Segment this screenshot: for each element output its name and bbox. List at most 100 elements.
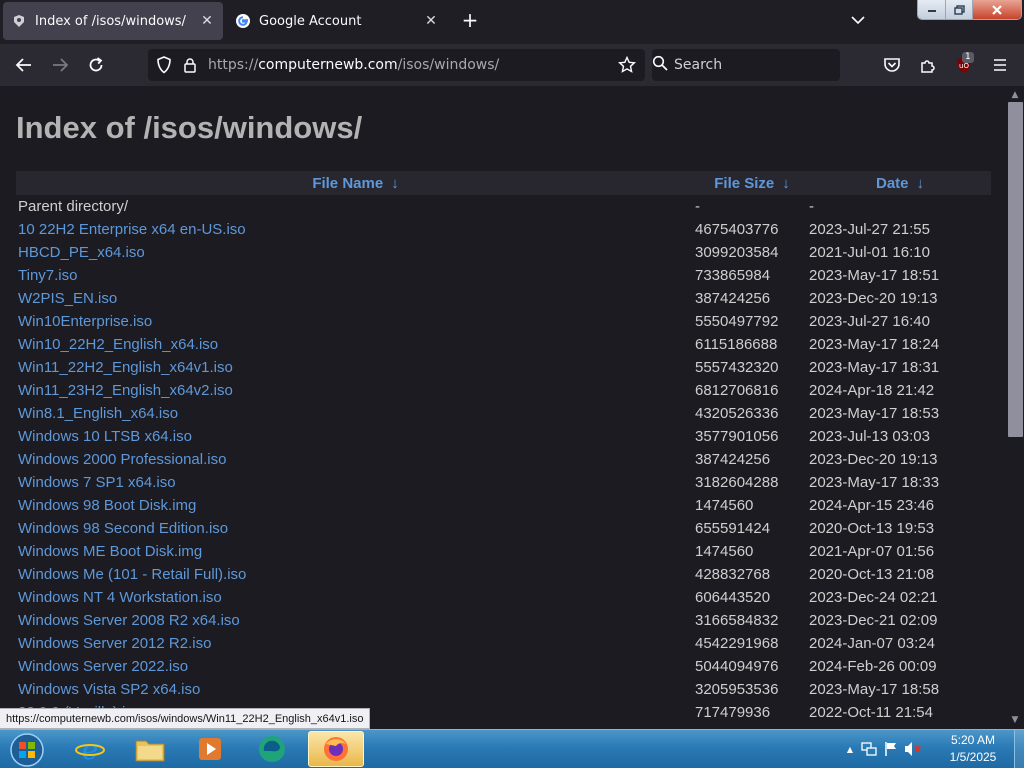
file-link[interactable]: Windows 98 Second Edition.iso <box>18 520 228 537</box>
file-link[interactable]: Windows 10 LTSB x64.iso <box>18 428 192 445</box>
show-desktop-button[interactable] <box>1014 730 1024 768</box>
file-link[interactable]: Tiny7.iso <box>18 267 77 284</box>
file-link[interactable]: Windows NT 4 Workstation.iso <box>18 589 222 606</box>
tab-index-isos-windows[interactable]: Index of /isos/windows/ ✕ <box>3 2 223 40</box>
file-link[interactable]: Windows 98 Boot Disk.img <box>18 497 196 514</box>
file-link[interactable]: HBCD_PE_x64.iso <box>18 244 145 261</box>
file-size-cell: 4675403776 <box>695 221 779 238</box>
tab-title: Google Account <box>259 13 362 29</box>
file-link[interactable]: Windows Server 2022.iso <box>18 658 188 675</box>
table-row: Windows ME Boot Disk.img 1474560 2021-Apr-… <box>16 540 991 563</box>
table-row: Win11_22H2_English_x64v1.iso 5557432320 20… <box>16 356 991 379</box>
network-icon[interactable] <box>858 741 880 757</box>
file-link[interactable]: Win11_23H2_English_x64v2.iso <box>18 382 233 399</box>
pocket-button[interactable] <box>878 51 906 79</box>
file-link[interactable]: Win10Enterprise.iso <box>18 313 152 330</box>
close-tab-icon[interactable]: ✕ <box>419 9 443 33</box>
file-name-cell: Tiny7.iso <box>16 264 695 287</box>
window-controls <box>917 0 1022 20</box>
parent-directory-link[interactable]: Parent directory/ <box>18 198 128 215</box>
volume-muted-icon[interactable] <box>902 741 924 757</box>
file-size-cell: 1474560 <box>695 497 754 514</box>
file-link[interactable]: Windows Server 2008 R2 x64.iso <box>18 612 240 629</box>
url-path: /isos/windows/ <box>397 57 500 73</box>
file-date-cell: 2023-May-17 18:24 <box>809 336 940 353</box>
lock-icon[interactable] <box>180 55 200 75</box>
file-date-cell: 2023-May-17 18:31 <box>809 359 940 376</box>
table-row: Win11_23H2_English_x64v2.iso 6812706816 20… <box>16 379 991 402</box>
file-size-cell: 606443520 <box>695 589 771 606</box>
app-menu-button[interactable] <box>986 51 1014 79</box>
file-link[interactable]: Win11_22H2_English_x64v1.iso <box>18 359 233 376</box>
file-size-cell: 3099203584 <box>695 244 779 261</box>
list-all-tabs-button[interactable] <box>846 8 870 32</box>
scroll-down-arrow-icon[interactable]: ▼ <box>1006 711 1024 729</box>
link-status-tooltip: https://computernewb.com/isos/windows/Wi… <box>0 708 371 729</box>
file-link[interactable]: 10 22H2 Enterprise x64 en-US.iso <box>18 221 246 238</box>
tracking-protection-shield-icon[interactable] <box>154 55 174 75</box>
file-name-cell: Windows ME Boot Disk.img <box>16 540 695 563</box>
close-window-button[interactable] <box>973 0 1021 19</box>
scrollbar-thumb[interactable] <box>1008 102 1023 437</box>
back-button[interactable] <box>10 51 38 79</box>
show-hidden-icons-arrow-icon[interactable]: ▲ <box>842 745 858 754</box>
bookmark-star-icon[interactable] <box>617 55 637 75</box>
file-date-cell: 2024-Feb-26 00:09 <box>809 658 937 675</box>
file-link[interactable]: Windows 7 SP1 x64.iso <box>18 474 176 491</box>
file-name-cell: Windows Me (101 - Retail Full).iso <box>16 563 695 586</box>
reload-button[interactable] <box>82 51 110 79</box>
navigation-toolbar: https://computernewb.com/isos/windows/ S… <box>0 44 1024 86</box>
taskbar-firefox[interactable] <box>308 731 364 767</box>
file-link[interactable]: Windows ME Boot Disk.img <box>18 543 202 560</box>
file-link[interactable]: Windows 2000 Professional.iso <box>18 451 226 468</box>
page-scrollbar[interactable]: ▲ ▼ <box>1006 86 1024 729</box>
date-column-header[interactable]: Date ↓ <box>809 171 991 195</box>
taskbar-file-explorer[interactable] <box>122 731 178 767</box>
start-button[interactable] <box>5 731 49 768</box>
taskbar-edge[interactable] <box>244 731 300 767</box>
page-content: Index of /isos/windows/ File Name ↓ File … <box>0 86 1006 729</box>
table-row: HBCD_PE_x64.iso 3099203584 2021-Jul-01 16:… <box>16 241 991 264</box>
url-text[interactable]: https://computernewb.com/isos/windows/ <box>208 57 611 73</box>
file-size-cell: 387424256 <box>695 290 771 307</box>
file-name-cell: Windows 98 Boot Disk.img <box>16 494 695 517</box>
edge-icon <box>259 736 285 762</box>
system-clock[interactable]: 5:20 AM 1/5/2025 <box>938 732 1008 766</box>
file-size-column-header[interactable]: File Size ↓ <box>695 171 809 195</box>
table-row: W2PIS_EN.iso 387424256 2023-Dec-20 19:13 <box>16 287 991 310</box>
file-date-cell: 2021-Jul-01 16:10 <box>809 244 930 261</box>
forward-button[interactable] <box>46 51 74 79</box>
file-link[interactable]: Windows Vista SP2 x64.iso <box>18 681 200 698</box>
sort-arrow-icon: ↓ <box>782 174 790 192</box>
file-name-column-header[interactable]: File Name ↓ <box>16 171 695 195</box>
file-listing-table: File Name ↓ File Size ↓ Date ↓ Parent direc… <box>16 171 991 724</box>
file-link[interactable]: Windows Server 2012 R2.iso <box>18 635 211 652</box>
file-name-cell: Win11_23H2_English_x64v2.iso <box>16 379 695 402</box>
taskbar-media-player[interactable] <box>182 731 238 767</box>
close-tab-icon[interactable]: ✕ <box>195 9 219 33</box>
search-bar[interactable]: Search <box>652 49 840 81</box>
svg-text:uO: uO <box>959 62 969 70</box>
file-name-cell: Win8.1_English_x64.iso <box>16 402 695 425</box>
taskbar-internet-explorer[interactable]: e <box>62 731 118 767</box>
table-row: Windows Vista SP2 x64.iso 3205953536 2023-… <box>16 678 991 701</box>
file-link[interactable]: Win10_22H2_English_x64.iso <box>18 336 218 353</box>
restore-button[interactable] <box>946 0 973 19</box>
parent-directory-row: Parent directory/ - - <box>16 195 991 218</box>
file-date-cell: 2023-Jul-13 03:03 <box>809 428 930 445</box>
tab-google-account[interactable]: Google Account ✕ <box>227 2 447 40</box>
minimize-button[interactable] <box>918 0 946 19</box>
file-link[interactable]: Win8.1_English_x64.iso <box>18 405 178 422</box>
file-size-cell: 428832768 <box>695 566 771 583</box>
hamburger-menu-icon <box>994 59 1006 71</box>
action-center-flag-icon[interactable] <box>880 741 902 757</box>
file-name-cell: Windows Server 2008 R2 x64.iso <box>16 609 695 632</box>
svg-text:e: e <box>82 734 99 764</box>
sort-arrow-icon: ↓ <box>391 174 399 192</box>
chevron-down-icon <box>851 16 865 25</box>
file-link[interactable]: W2PIS_EN.iso <box>18 290 117 307</box>
address-bar[interactable]: https://computernewb.com/isos/windows/ <box>148 49 645 81</box>
new-tab-button[interactable]: + <box>458 8 482 32</box>
file-link[interactable]: Windows Me (101 - Retail Full).iso <box>18 566 246 583</box>
extensions-button[interactable] <box>914 51 942 79</box>
